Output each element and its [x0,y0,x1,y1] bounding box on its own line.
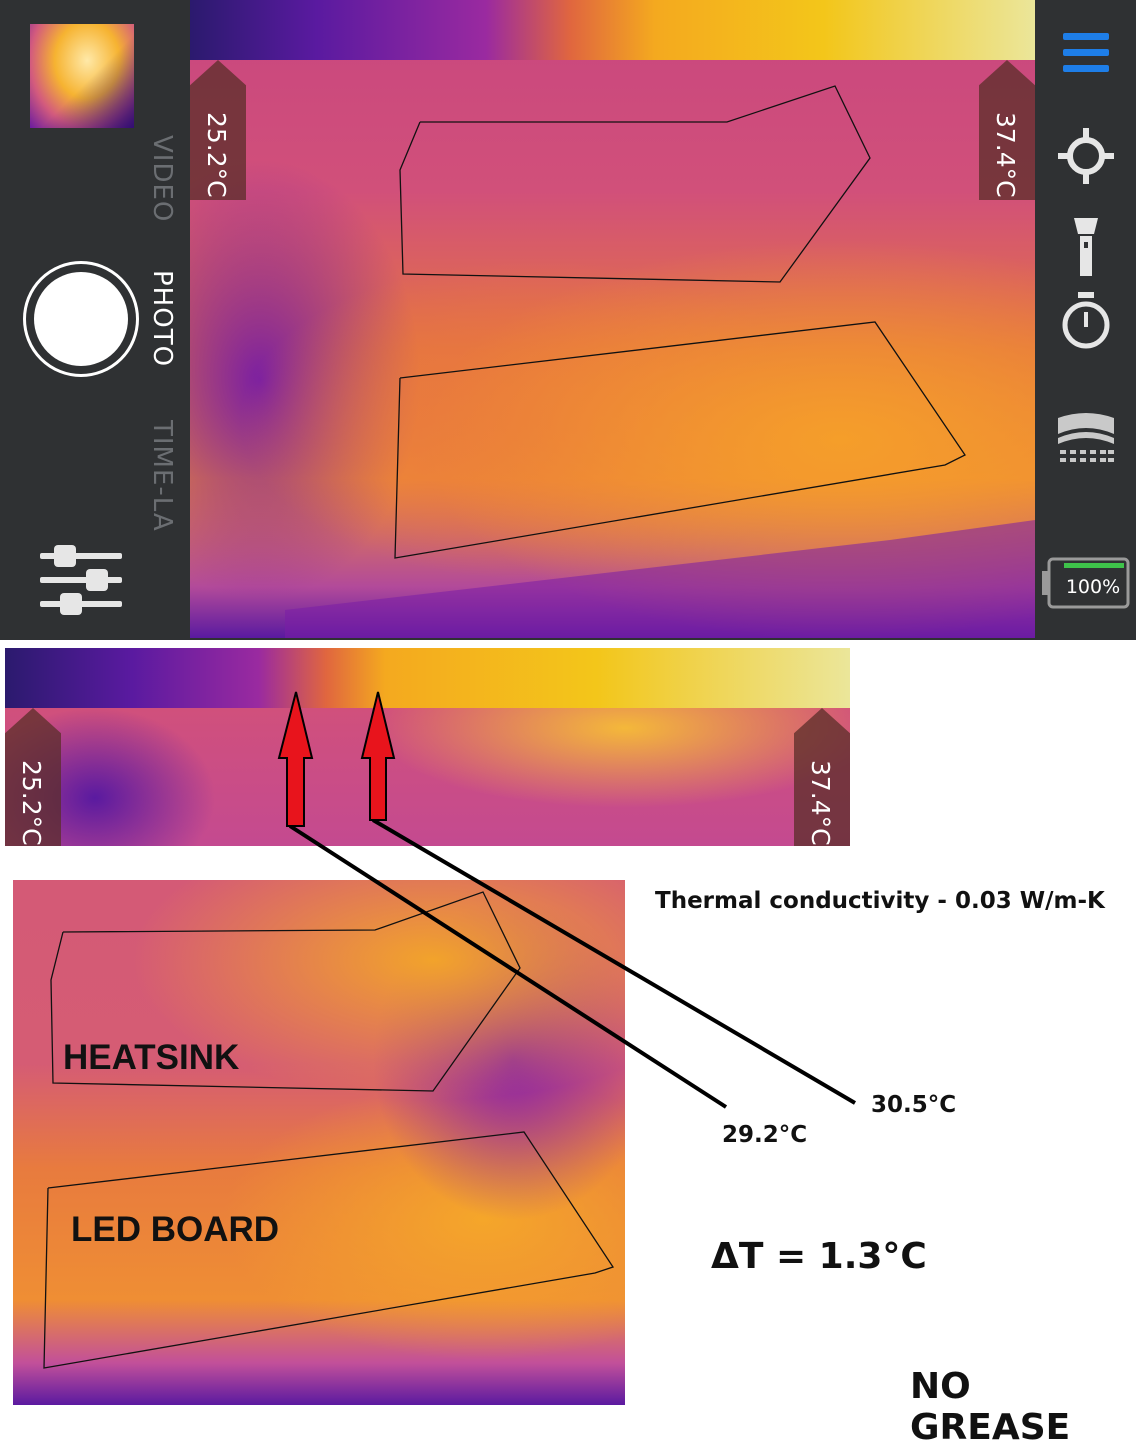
annotation-overlay [277,691,857,1109]
leader-line-right [371,818,857,1105]
temp-reading-left: 29.2°C [722,1122,808,1148]
delta-t-result: ΔT = 1.3°C [711,1236,927,1277]
thermal-conductivity-note: Thermal conductivity - 0.03 W/m-K [655,888,1105,914]
arrow-left [277,691,314,827]
leader-line-left [288,824,728,1109]
temp-reading-right: 30.5°C [871,1092,957,1118]
arrow-right [360,691,396,821]
condition-label: NO GREASE [910,1366,1071,1448]
